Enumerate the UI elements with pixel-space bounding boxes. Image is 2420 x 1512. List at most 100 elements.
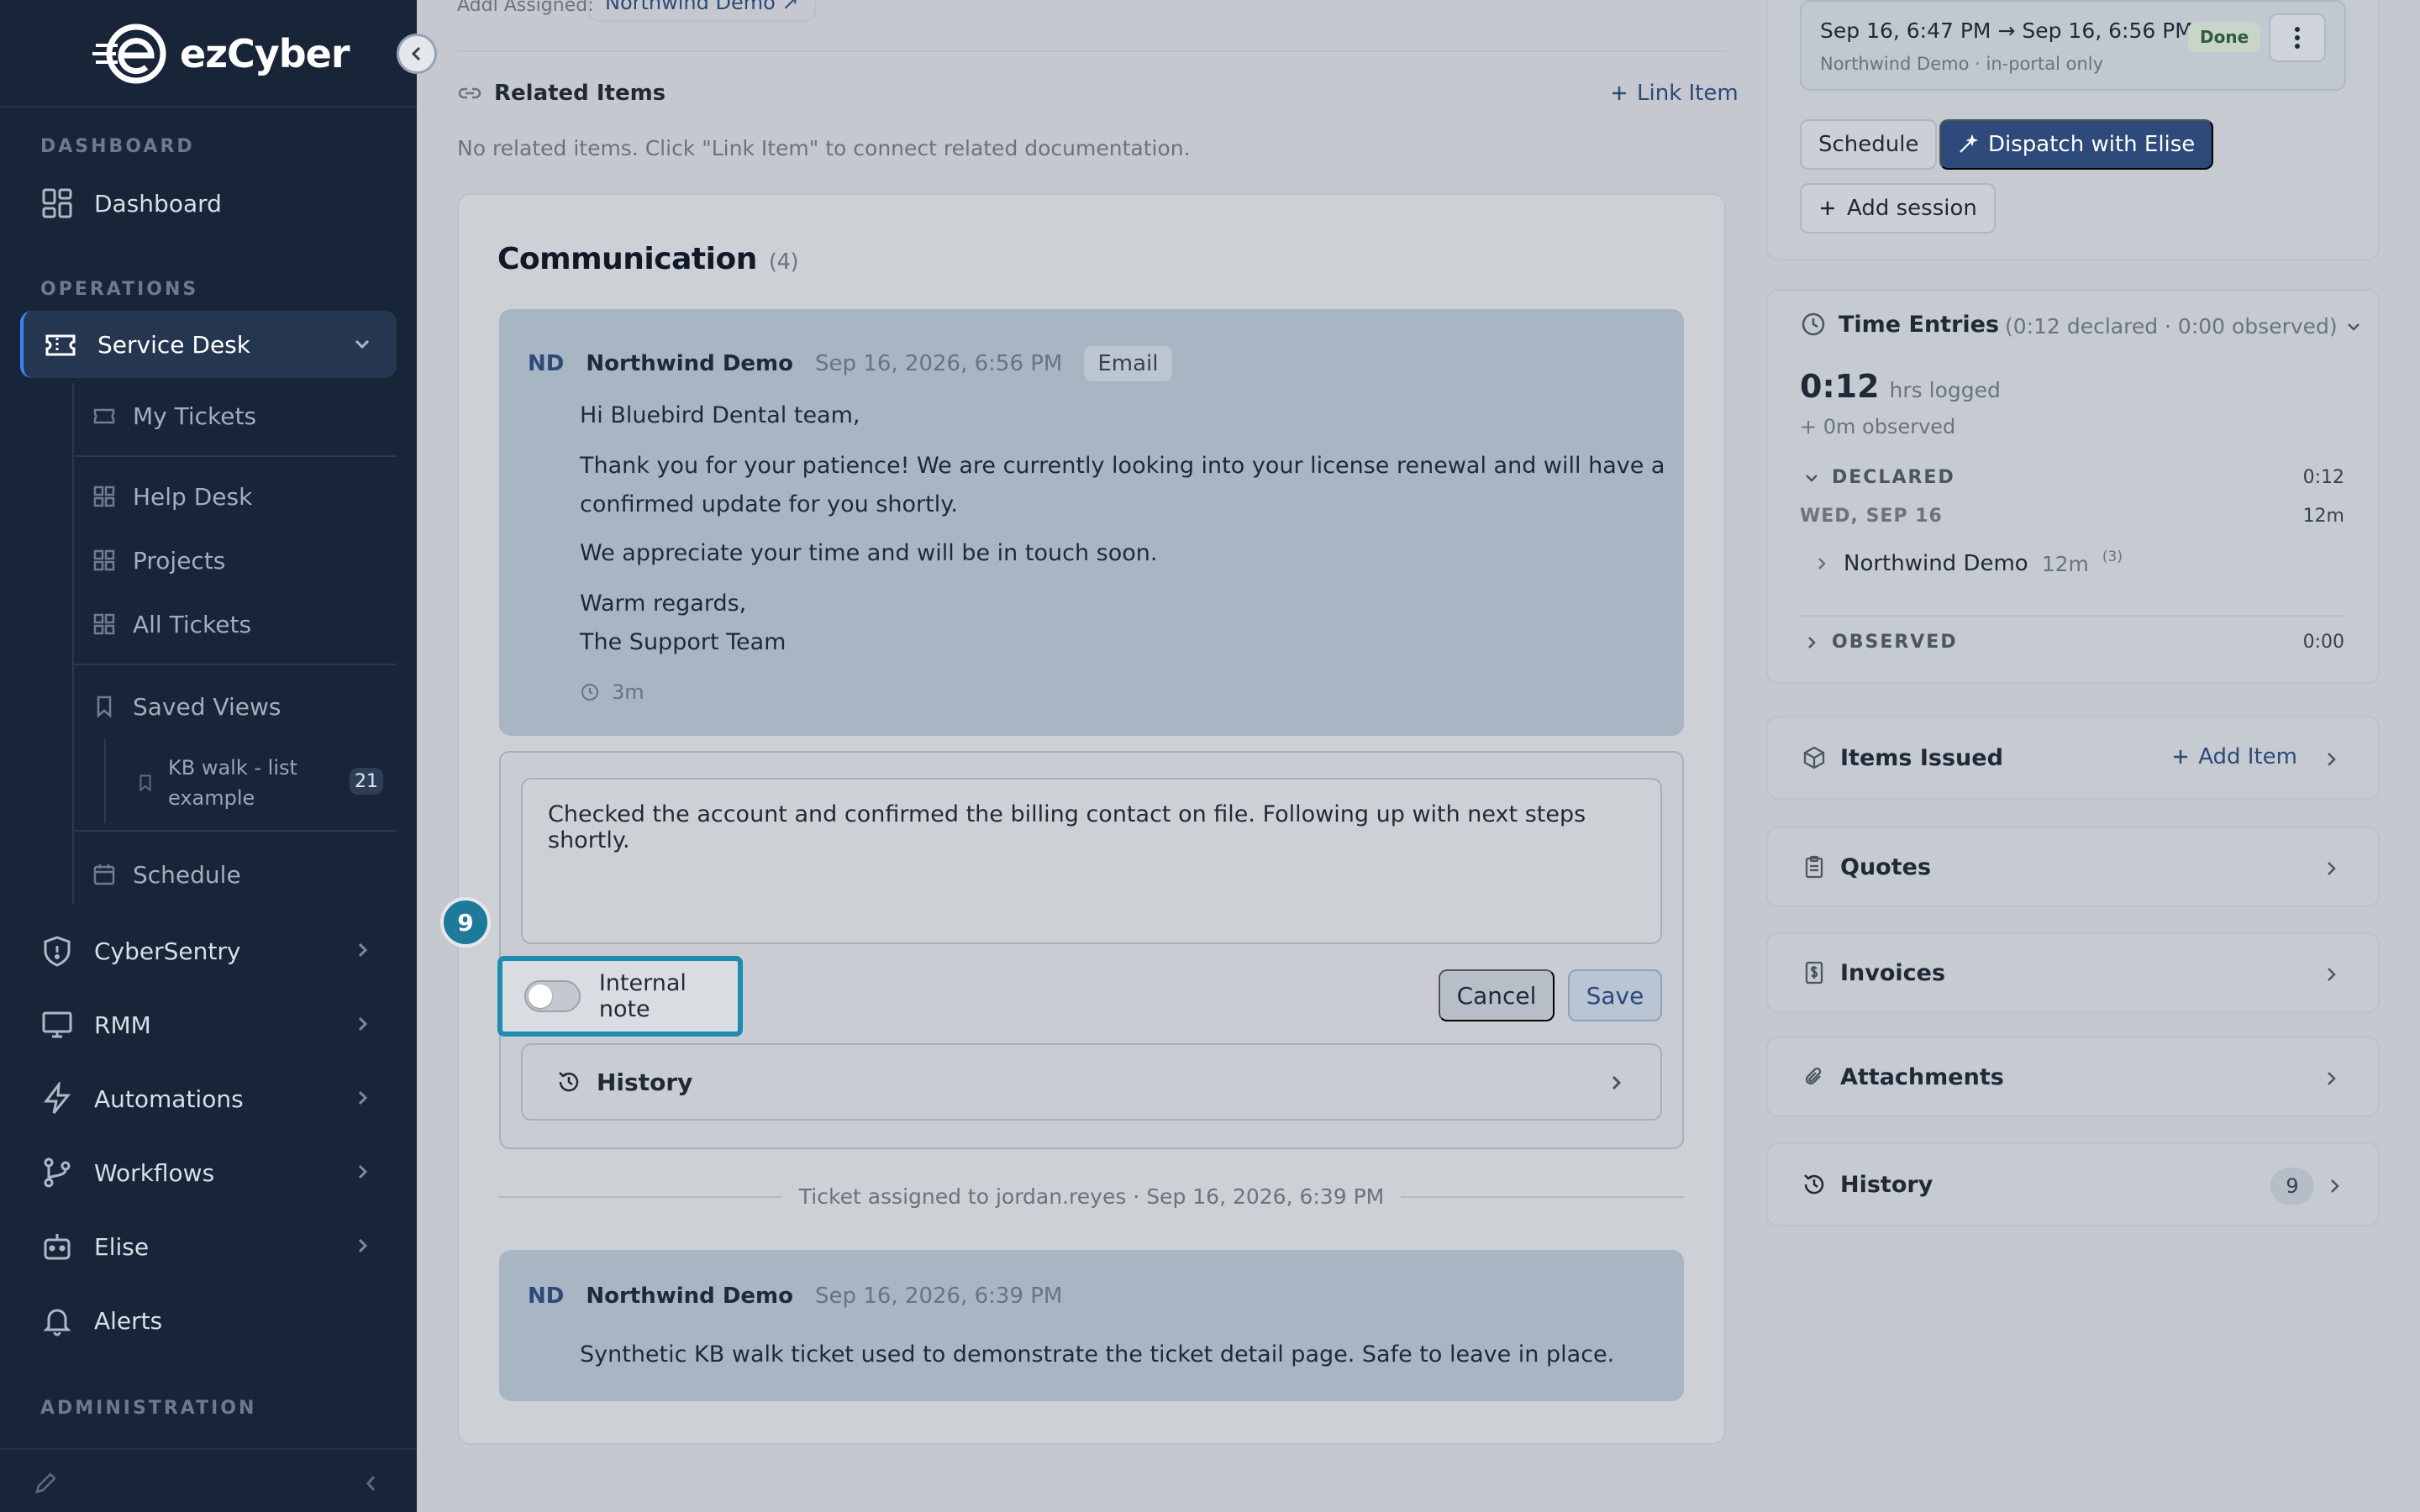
ezcyber-logo-icon — [92, 24, 166, 84]
link-item-button[interactable]: Link Item — [1610, 81, 1739, 106]
chevron-right-icon — [1818, 558, 1826, 570]
chevron-right-icon — [2328, 1072, 2336, 1085]
additional-assigned-label: Addl Assigned: — [457, 0, 594, 16]
subnav-tree-line — [72, 383, 74, 904]
sidebar-toggle-button[interactable] — [397, 34, 437, 74]
add-item-label: Add Item — [2198, 744, 2297, 769]
sidebar-item-dashboard[interactable]: Dashboard — [20, 170, 397, 237]
chevron-right-icon — [1808, 636, 1816, 648]
brand-logo[interactable]: ezCyber — [92, 22, 350, 86]
chevron-left-icon — [411, 46, 421, 61]
add-session-button[interactable]: Add session — [1800, 183, 1996, 234]
cancel-button[interactable]: Cancel — [1439, 969, 1555, 1021]
sidebar-item-label: CyberSentry — [94, 937, 241, 965]
sidebar-item-label: Dashboard — [94, 189, 222, 218]
reply-textarea[interactable]: Checked the account and confirmed the bi… — [521, 778, 1662, 944]
sidebar-item-automations[interactable]: Automations — [20, 1065, 397, 1132]
time-entries-summary[interactable]: (0:12 declared · 0:00 observed) — [2005, 314, 2363, 339]
observed-toggle[interactable]: OBSERVED — [1803, 632, 1958, 653]
dispatch-label: Dispatch with Elise — [1988, 132, 2196, 157]
time-entry-row[interactable]: Northwind Demo 12m (3) — [1813, 549, 2123, 576]
schedule-button[interactable]: Schedule — [1800, 119, 1938, 170]
quotes-section[interactable]: Quotes — [1766, 827, 2380, 907]
internal-note-toggle-container[interactable]: Internal note — [497, 956, 743, 1037]
sidebar-item-schedule[interactable]: Schedule — [92, 845, 395, 904]
subnav-divider — [72, 830, 397, 832]
observed-label: OBSERVED — [1832, 632, 1958, 653]
sidebar-item-label: Automations — [94, 1084, 244, 1113]
attachments-section[interactable]: Attachments — [1766, 1037, 2380, 1117]
additional-assigned-chip[interactable]: Northwind Demo ↗ — [588, 0, 816, 22]
chevron-right-icon — [1612, 1075, 1622, 1090]
sidebar-item-workflows[interactable]: Workflows — [20, 1139, 397, 1206]
dashboard-grid-icon — [42, 188, 72, 218]
session-status-badge: Done — [2188, 22, 2261, 52]
invoices-section[interactable]: Invoices — [1766, 932, 2380, 1013]
sidebar-item-help-desk[interactable]: Help Desk — [92, 467, 395, 526]
saved-view-label: KB walk - list example — [168, 756, 297, 810]
session-menu-button[interactable] — [2269, 13, 2326, 62]
calendar-icon — [93, 864, 115, 885]
related-items-empty: No related items. Click "Link Item" to c… — [457, 136, 1191, 160]
reply-history-toggle[interactable]: History — [521, 1043, 1662, 1121]
sidebar-subitem-label: Help Desk — [133, 482, 253, 511]
internal-note-toggle[interactable] — [524, 980, 581, 1012]
session-entry[interactable]: Sep 16, 6:47 PM → Sep 16, 6:56 PM Northw… — [1800, 0, 2346, 91]
dispatch-with-elise-button[interactable]: Dispatch with Elise — [1939, 119, 2214, 170]
time-entry-duration: 12m — [2041, 551, 2089, 576]
save-button[interactable]: Save — [1568, 969, 1662, 1021]
observed-note: + 0m observed — [1800, 415, 1956, 438]
sidebar-item-cybersentry[interactable]: CyberSentry — [20, 917, 397, 984]
add-item-button[interactable]: Add Item — [2171, 744, 2297, 769]
divider-line — [1401, 1195, 1685, 1198]
saved-view-count-badge: 21 — [350, 768, 383, 795]
ticket-icon — [45, 334, 76, 356]
sidebar-item-elise[interactable]: Elise — [20, 1213, 397, 1280]
sidebar-item-label: Alerts — [94, 1306, 163, 1335]
declared-toggle[interactable]: DECLARED — [1803, 467, 1955, 488]
lightning-icon — [44, 1082, 71, 1114]
sidebar-item-label: Elise — [94, 1232, 150, 1261]
observed-value: 0:00 — [2302, 632, 2344, 653]
monitor-icon — [42, 1011, 72, 1038]
time-total: 0:12 hrs logged — [1800, 368, 2001, 405]
message-line: We appreciate your time and will be in t… — [580, 540, 1158, 566]
invoices-title: Invoices — [1840, 959, 1946, 986]
package-icon — [1803, 746, 1825, 769]
quotes-title: Quotes — [1840, 853, 1932, 880]
sidebar-item-alerts[interactable]: Alerts — [20, 1287, 397, 1354]
sidebar-item-all-tickets[interactable]: All Tickets — [92, 595, 395, 654]
history-section[interactable]: History 9 — [1766, 1142, 2380, 1226]
sidebar-item-saved-views[interactable]: Saved Views — [92, 677, 395, 736]
time-entry-name: Northwind Demo — [1844, 551, 2028, 576]
link-icon — [458, 87, 481, 99]
sidebar-item-my-tickets[interactable]: My Tickets — [92, 386, 395, 445]
time-total-unit: hrs logged — [1889, 378, 2001, 402]
sidebar-item-projects[interactable]: Projects — [92, 531, 395, 590]
sidebar-item-rmm[interactable]: RMM — [20, 991, 397, 1058]
logo-text: ezCyber — [180, 31, 350, 76]
clock-icon — [581, 684, 598, 701]
saved-views-tree-line — [104, 739, 106, 823]
collapse-sidebar-icon[interactable] — [360, 1472, 383, 1495]
bookmark-icon — [97, 696, 112, 718]
history-icon — [559, 1072, 579, 1092]
chevron-down-icon — [1806, 474, 1818, 482]
paperclip-icon — [1805, 1067, 1822, 1085]
invoice-icon — [1805, 961, 1823, 984]
sidebar-divider — [0, 106, 417, 108]
attachments-title: Attachments — [1840, 1063, 2004, 1090]
sidebar-subitem-label: My Tickets — [133, 402, 257, 430]
items-issued-section[interactable]: Items Issued Add Item — [1766, 716, 2380, 800]
divider-line — [499, 1195, 782, 1198]
time-total-value: 0:12 — [1800, 368, 1880, 405]
session-time-range: Sep 16, 6:47 PM → Sep 16, 6:56 PM — [1820, 18, 2193, 43]
sidebar-item-service-desk[interactable]: Service Desk — [20, 311, 397, 378]
time-entries-summary-text: (0:12 declared · 0:00 observed) — [2005, 314, 2338, 339]
plus-icon — [2174, 750, 2188, 764]
add-session-label: Add session — [1847, 196, 1977, 221]
pencil-icon[interactable] — [32, 1470, 59, 1497]
grid-icon — [93, 549, 115, 571]
branch-icon — [44, 1158, 71, 1188]
time-entries-header[interactable]: Time Entries — [1800, 311, 1999, 338]
